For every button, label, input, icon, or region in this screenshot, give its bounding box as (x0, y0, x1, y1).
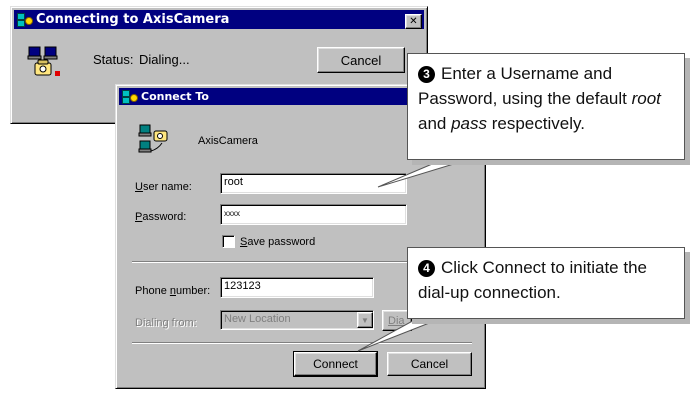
dialing-from-dropdown-button[interactable]: ▼ (357, 312, 373, 328)
connecting-cancel-button[interactable]: Cancel (317, 47, 405, 73)
dial-properties-label: Dia (388, 314, 405, 327)
password-value: xxxx (224, 209, 240, 218)
connect-button[interactable]: Connect (293, 351, 378, 377)
callout-step-3: 3 Enter a Username and Password, using th… (407, 53, 685, 160)
phone-number-value: 123123 (224, 280, 261, 292)
save-password-checkbox[interactable] (222, 235, 235, 248)
dialog-cancel-button[interactable]: Cancel (387, 352, 472, 376)
status-label: Status: (93, 52, 134, 67)
connect-label: Connect (313, 357, 358, 371)
callout-3-emph-root: root (631, 89, 661, 108)
callout-3-text-mid: and (418, 114, 452, 133)
connecting-window-titlebar[interactable]: Connecting to AxisCamera (14, 10, 424, 29)
connecting-cancel-label: Cancel (340, 52, 382, 68)
connection-icon (138, 124, 168, 153)
phone-number-input[interactable]: 123123 (220, 277, 374, 298)
step-3-badge: 3 (418, 66, 435, 83)
save-password-label[interactable]: Save password (240, 236, 315, 248)
dialup-computer-icon (27, 46, 60, 76)
dialing-from-label: Dialing from: (135, 317, 197, 329)
callout-3-text-after: respectively. (487, 114, 585, 133)
status-value: Dialing... (139, 52, 190, 67)
close-icon: ✕ (409, 16, 418, 27)
dialing-from-value: New Location (224, 313, 291, 325)
dialog-cancel-label: Cancel (410, 357, 449, 371)
phone-number-label: Phone number: (135, 285, 211, 297)
connect-to-title: Connect To (141, 90, 209, 103)
dialup-network-icon (17, 13, 33, 27)
user-name-input[interactable]: root (220, 173, 407, 194)
callout-step-4: 4 Click Connect to initiate the dial-up c… (407, 247, 685, 319)
password-label: Password: (135, 211, 187, 223)
dialing-from-select[interactable]: New Location (220, 310, 374, 330)
callout-3-text-before: Enter a Username and Password, using the… (418, 64, 632, 108)
user-name-label: User name: (135, 181, 192, 193)
user-name-value: root (224, 176, 243, 188)
connecting-window-title: Connecting to AxisCamera (36, 12, 230, 27)
callout-3-emph-pass: pass (451, 114, 488, 133)
connection-name: AxisCamera (198, 135, 258, 147)
password-input[interactable]: xxxx (220, 204, 407, 225)
separator-bottom (132, 342, 472, 344)
callout-4-text: Click Connect to initiate the dial-up co… (418, 258, 647, 302)
step-4-badge: 4 (418, 260, 435, 277)
dialup-network-icon (122, 90, 138, 104)
chevron-down-icon: ▼ (361, 315, 369, 325)
close-button[interactable]: ✕ (405, 14, 422, 29)
